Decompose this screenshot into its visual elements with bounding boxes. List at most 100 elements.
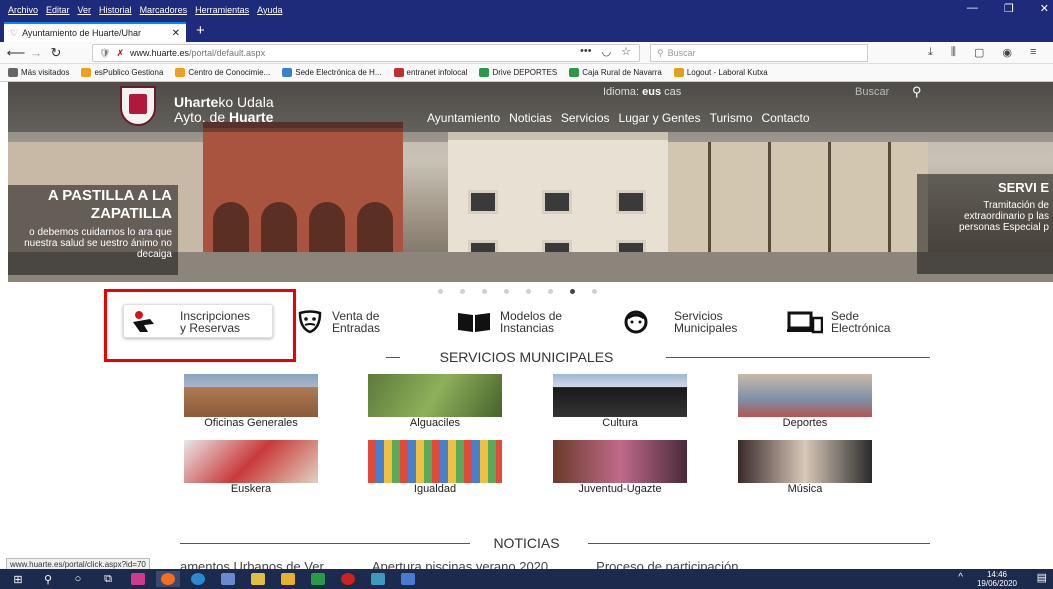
menu-item-4[interactable]: Marcadores: [140, 5, 188, 15]
service-juventud[interactable]: Juventud-Ugazte: [553, 440, 687, 495]
back-icon[interactable]: ⟵: [6, 45, 26, 61]
download-icon[interactable]: ⤓: [928, 46, 933, 59]
forward-icon[interactable]: →: [26, 45, 46, 60]
menu-item-6[interactable]: Ayuda: [257, 5, 282, 15]
bookmark-item[interactable]: Sede Electrónica de H...: [282, 68, 382, 77]
quick-link-instancias[interactable]: Modelos de Instancias: [456, 302, 562, 342]
tray-expand-icon[interactable]: ^: [958, 572, 963, 583]
coat-of-arms-logo[interactable]: [120, 86, 156, 126]
minimize-icon[interactable]: —: [967, 2, 978, 15]
word-icon[interactable]: [216, 571, 240, 587]
bookmark-label: Caja Rural de Navarra: [582, 68, 662, 77]
service-euskera[interactable]: Euskera: [184, 440, 318, 495]
slide-caption-left[interactable]: A PASTILLA A LA ZAPATILLA o debemos cuid…: [8, 185, 178, 275]
site-search-icon[interactable]: ⚲: [912, 84, 922, 100]
site-brand[interactable]: Uharteko Udala Ayto. de Huarte: [174, 95, 274, 125]
service-igualdad[interactable]: Igualdad: [368, 440, 502, 495]
service-deportes[interactable]: Deportes: [738, 374, 872, 429]
news-list: amentos Urbanos de Ver Apertura piscinas…: [180, 559, 739, 569]
search-icon: ⚲: [657, 47, 664, 58]
menu-item-3[interactable]: Historial: [99, 5, 132, 15]
clock-time: 14:46: [986, 570, 1007, 579]
account-icon[interactable]: ◉: [1002, 46, 1012, 59]
pocket-icon[interactable]: ◡: [602, 45, 612, 58]
hamburger-menu-icon[interactable]: ≡: [1030, 46, 1036, 59]
app-icon[interactable]: [396, 571, 420, 587]
carousel-dot[interactable]: [438, 289, 443, 294]
slide-caption-right[interactable]: SERVI E Tramitación de extraordinario p …: [917, 174, 1053, 274]
search-input[interactable]: ⚲ Buscar: [650, 44, 868, 62]
menu-item-5[interactable]: Herramientas: [195, 5, 249, 15]
carousel-dot[interactable]: [570, 289, 575, 294]
service-cultura[interactable]: Cultura: [553, 374, 687, 429]
language-label: Idioma:: [603, 86, 640, 98]
excel-icon[interactable]: [306, 571, 330, 587]
sidebar-icon[interactable]: ▢: [974, 46, 984, 59]
bookmark-item[interactable]: entranet infolocal: [393, 68, 467, 77]
menu-item-1[interactable]: Editar: [46, 5, 70, 15]
reload-icon[interactable]: ↻: [46, 45, 66, 61]
quick-link-servicios[interactable]: Servicios Municipales: [622, 302, 737, 342]
library-icon[interactable]: ⫼: [951, 46, 956, 59]
bookmark-item[interactable]: Caja Rural de Navarra: [569, 68, 662, 77]
carousel-dot[interactable]: [592, 289, 597, 294]
nav-item[interactable]: Turismo: [710, 111, 753, 125]
carousel-dot[interactable]: [548, 289, 553, 294]
carousel-dot[interactable]: [482, 289, 487, 294]
bookmark-item[interactable]: Centro de Conocimie...: [175, 68, 270, 77]
bookmarks-bar: Más visitados esPublico Gestiona Centro de…: [0, 64, 1053, 82]
tab-close-icon[interactable]: ✕: [172, 28, 180, 39]
quick-link-sede[interactable]: Sede Electrónica: [787, 302, 890, 342]
browser-tab[interactable]: ♡ Ayuntamiento de Huarte/Uhar ✕: [4, 22, 186, 42]
nav-item[interactable]: Lugar y Gentes: [619, 111, 701, 125]
app-icon[interactable]: [246, 571, 270, 587]
site-search-input[interactable]: Buscar: [855, 86, 889, 98]
news-item[interactable]: Proceso de participación: [596, 559, 738, 569]
taskbar: ⊞ ⚲ ○ ⧉ ^ 14:46 19/06/2020 ▤: [0, 569, 1053, 589]
lang-cas-link[interactable]: cas: [664, 86, 681, 98]
notifications-icon[interactable]: ▤: [1037, 571, 1047, 584]
cortana-icon[interactable]: ○: [66, 571, 90, 587]
page-actions-icon[interactable]: •••: [580, 45, 592, 58]
service-image: [738, 374, 872, 417]
close-icon[interactable]: ✕: [1040, 2, 1049, 15]
quick-link-label: Modelos de Instancias: [500, 309, 563, 335]
menu-item-0[interactable]: Archivo: [8, 5, 38, 15]
bookmark-star-icon[interactable]: ☆: [621, 45, 631, 58]
service-alguaciles[interactable]: Alguaciles: [368, 374, 502, 429]
file-explorer-icon[interactable]: [276, 571, 300, 587]
task-view-icon[interactable]: ⧉: [96, 571, 120, 587]
url-bar[interactable]: 🛡 ✗ www.huarte.es/portal/default.aspx: [92, 44, 640, 62]
nav-item[interactable]: Servicios: [561, 111, 610, 125]
restore-icon[interactable]: ❐: [1004, 2, 1014, 15]
firefox-icon[interactable]: [156, 571, 180, 587]
bookmark-item[interactable]: Drive DEPORTES: [479, 68, 557, 77]
news-item[interactable]: amentos Urbanos de Ver: [180, 559, 324, 569]
clock[interactable]: 14:46 19/06/2020: [977, 570, 1017, 588]
carousel-dot[interactable]: [504, 289, 509, 294]
app-icon[interactable]: [126, 571, 150, 587]
carousel-dot[interactable]: [526, 289, 531, 294]
lang-eus-link[interactable]: eus: [642, 86, 661, 98]
bookmark-item[interactable]: Logout - Laboral Kutxa: [673, 68, 768, 77]
edge-icon[interactable]: [186, 571, 210, 587]
menu-item-2[interactable]: Ver: [78, 5, 92, 15]
app-icon[interactable]: [366, 571, 390, 587]
new-tab-icon[interactable]: +: [196, 22, 205, 39]
search-taskbar-icon[interactable]: ⚲: [36, 571, 60, 587]
news-title: NOTICIAS: [493, 535, 560, 551]
search-placeholder: Buscar: [667, 48, 696, 58]
service-musica[interactable]: Música: [738, 440, 872, 495]
bookmark-item[interactable]: Más visitados: [8, 68, 69, 77]
quick-link-entradas[interactable]: Venta de Entradas: [296, 302, 380, 342]
nav-item[interactable]: Ayuntamiento: [427, 111, 500, 125]
nav-item[interactable]: Noticias: [509, 111, 552, 125]
app-icon[interactable]: [336, 571, 360, 587]
start-icon[interactable]: ⊞: [6, 571, 30, 587]
news-item[interactable]: Apertura piscinas verano 2020: [372, 559, 548, 569]
devices-icon: [787, 311, 823, 334]
carousel-dot[interactable]: [460, 289, 465, 294]
service-oficinas[interactable]: Oficinas Generales: [184, 374, 318, 429]
nav-item[interactable]: Contacto: [762, 111, 810, 125]
bookmark-item[interactable]: esPublico Gestiona: [81, 68, 163, 77]
